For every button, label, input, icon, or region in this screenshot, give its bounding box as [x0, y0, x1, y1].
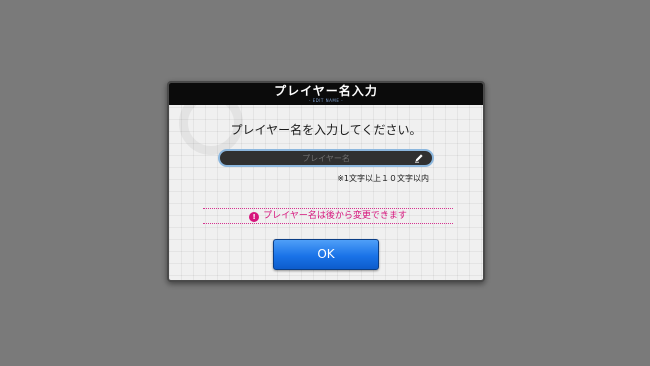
dialog-titlebar: プレイヤー名入力 - EDIT NAME -	[169, 83, 483, 105]
character-limit-note: ※1文字以上１０文字以内	[337, 174, 429, 183]
dialog-subtitle: - EDIT NAME -	[308, 98, 344, 103]
prompt-text: プレイヤー名を入力してください。	[230, 123, 422, 137]
ok-button[interactable]: OK	[273, 239, 379, 270]
pencil-icon	[415, 154, 423, 163]
change-later-notice: ! プレイヤー名は後から変更できます	[203, 208, 453, 224]
name-entry-dialog: プレイヤー名入力 - EDIT NAME - プレイヤー名を入力してください。 …	[167, 81, 485, 282]
player-name-placeholder: プレイヤー名	[302, 154, 350, 163]
notice-text: プレイヤー名は後から変更できます	[263, 211, 407, 221]
dialog-title: プレイヤー名入力	[274, 84, 378, 98]
alert-icon: !	[249, 212, 260, 222]
player-name-input[interactable]: プレイヤー名	[218, 149, 434, 167]
